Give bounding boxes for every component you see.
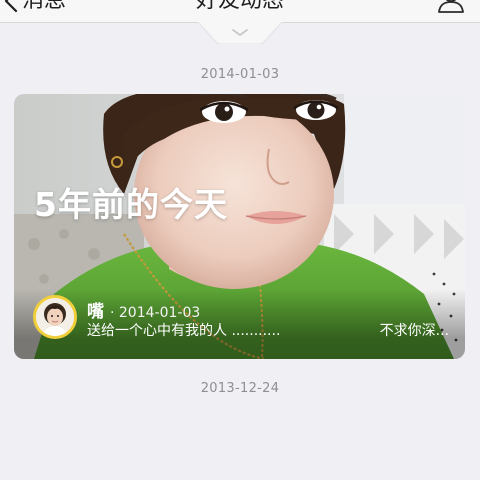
date-separator: 2013-12-24 [200,381,280,396]
nav-bar: 消息 好友动态 [0,0,480,23]
friends-feed-screen: 消息 好友动态 2014-01-03 5年前的今天 嘴 · 2014-01-03… [0,0,480,480]
author-row: 嘴 · 2014-01-03 [87,297,200,322]
post-text-continued: 不求你深... [379,323,449,339]
post-text: 送给一个心中有我的人 ........... [87,323,281,339]
avatar-image [36,298,74,336]
date-separator: 2014-01-03 [200,67,280,82]
memory-heading: 5年前的今天 [34,185,228,224]
person-icon [436,0,466,22]
post-date: · 2014-01-03 [110,305,201,321]
avatar[interactable] [33,295,77,339]
pulldown-handle[interactable] [197,21,283,45]
author-name[interactable]: 嘴 [87,297,104,322]
profile-button[interactable] [436,0,466,18]
page-title: 好友动态 [195,0,284,13]
memory-card[interactable]: 5年前的今天 嘴 · 2014-01-03 送给一个心中有我的人 .......… [14,94,465,359]
